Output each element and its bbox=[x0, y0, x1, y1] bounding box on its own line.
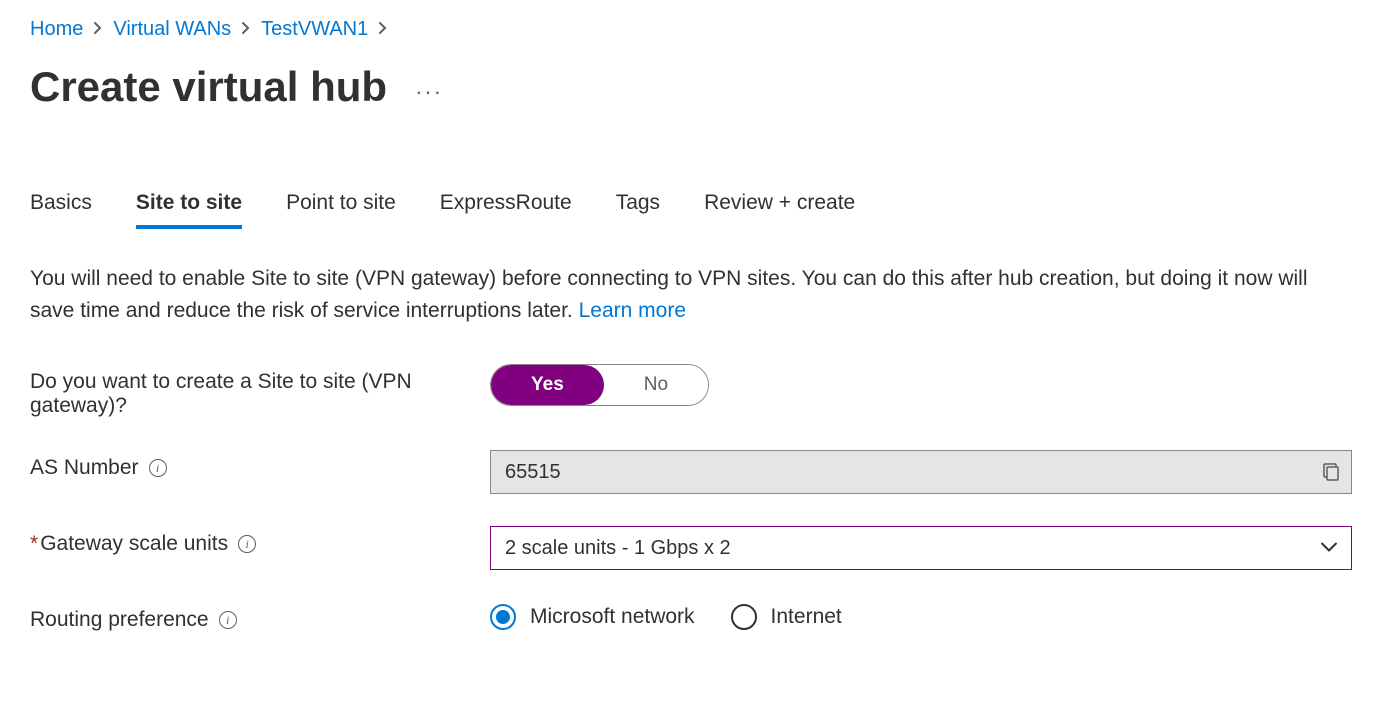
breadcrumb-virtual-wans[interactable]: Virtual WANs bbox=[113, 18, 231, 41]
copy-icon[interactable] bbox=[1322, 462, 1340, 482]
info-icon[interactable]: i bbox=[219, 611, 237, 629]
more-actions-button[interactable]: ··· bbox=[415, 71, 443, 103]
learn-more-link[interactable]: Learn more bbox=[579, 299, 686, 322]
routing-preference-radio-group: Microsoft network Internet bbox=[490, 602, 1355, 630]
tabs: Basics Site to site Point to site Expres… bbox=[30, 191, 1355, 229]
as-number-input[interactable] bbox=[490, 450, 1352, 494]
tab-expressroute[interactable]: ExpressRoute bbox=[440, 191, 572, 229]
breadcrumb-home[interactable]: Home bbox=[30, 18, 83, 41]
chevron-right-icon bbox=[93, 19, 103, 40]
info-icon[interactable]: i bbox=[238, 535, 256, 553]
gateway-scale-select[interactable]: 2 scale units - 1 Gbps x 2 bbox=[490, 526, 1352, 570]
toggle-no[interactable]: No bbox=[604, 365, 708, 405]
tab-site-to-site[interactable]: Site to site bbox=[136, 191, 242, 229]
chevron-right-icon bbox=[241, 19, 251, 40]
form-row-gateway-scale: *Gateway scale units i 2 scale units - 1… bbox=[30, 526, 1355, 570]
breadcrumb-testvwan1[interactable]: TestVWAN1 bbox=[261, 18, 368, 41]
tab-review-create[interactable]: Review + create bbox=[704, 191, 855, 229]
required-mark: * bbox=[30, 532, 38, 555]
radio-button-icon bbox=[490, 604, 516, 630]
radio-internet[interactable]: Internet bbox=[731, 604, 842, 630]
tab-point-to-site[interactable]: Point to site bbox=[286, 191, 396, 229]
breadcrumb: Home Virtual WANs TestVWAN1 bbox=[30, 18, 1355, 41]
form-row-routing-preference: Routing preference i Microsoft network I… bbox=[30, 602, 1355, 632]
chevron-right-icon bbox=[378, 19, 388, 40]
radio-label: Internet bbox=[771, 605, 842, 629]
radio-microsoft-network[interactable]: Microsoft network bbox=[490, 604, 695, 630]
radio-button-icon bbox=[731, 604, 757, 630]
tab-description: You will need to enable Site to site (VP… bbox=[30, 263, 1350, 326]
toggle-yes[interactable]: Yes bbox=[491, 365, 604, 405]
page-header: Create virtual hub ··· bbox=[30, 63, 1355, 111]
tab-tags[interactable]: Tags bbox=[616, 191, 660, 229]
as-number-label: AS Number bbox=[30, 456, 139, 480]
routing-preference-label: Routing preference bbox=[30, 608, 209, 632]
tab-basics[interactable]: Basics bbox=[30, 191, 92, 229]
create-gateway-label: Do you want to create a Site to site (VP… bbox=[30, 370, 450, 418]
create-gateway-toggle[interactable]: Yes No bbox=[490, 364, 709, 406]
form-row-as-number: AS Number i bbox=[30, 450, 1355, 494]
info-icon[interactable]: i bbox=[149, 459, 167, 477]
radio-label: Microsoft network bbox=[530, 605, 695, 629]
form-row-create-gateway: Do you want to create a Site to site (VP… bbox=[30, 364, 1355, 418]
gateway-scale-label: *Gateway scale units bbox=[30, 532, 228, 556]
page-title: Create virtual hub bbox=[30, 63, 387, 111]
